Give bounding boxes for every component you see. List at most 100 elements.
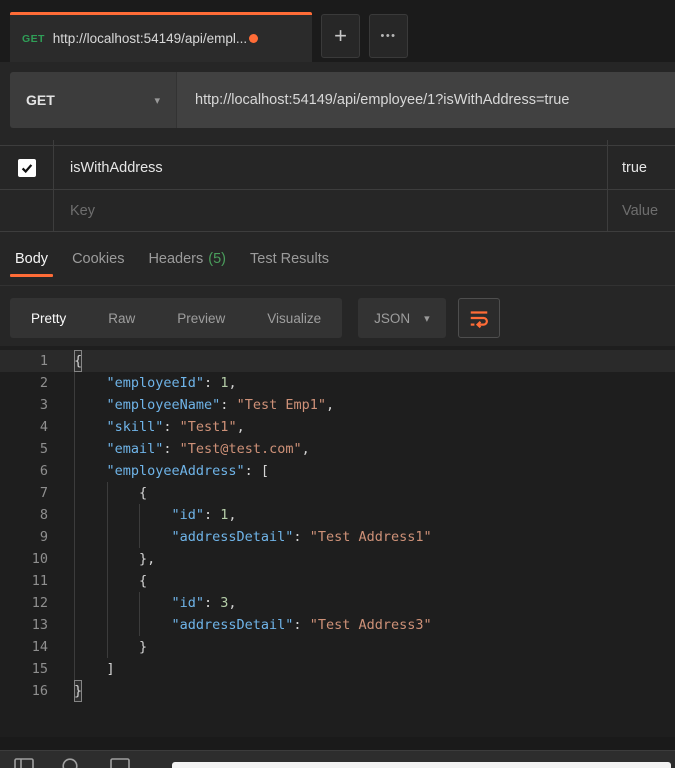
code-token: "addressDetail" [171, 617, 294, 633]
response-body-editor[interactable]: 1{2 "employeeId": 1, 3 "employeeName": "Tes… [0, 346, 675, 737]
line-number: 3 [39, 397, 48, 413]
code-token: , [325, 397, 335, 413]
code-token: ] [106, 661, 115, 677]
code-token: 1 [220, 375, 229, 391]
ellipsis-icon: ••• [380, 30, 397, 42]
code-token: , [228, 507, 237, 523]
code-token: "email" [106, 441, 164, 457]
code-line[interactable]: 15] [0, 658, 675, 680]
code-lines: 1{2 "employeeId": 1, 3 "employeeName": "Tes… [0, 350, 675, 702]
param-value-field[interactable]: true [622, 160, 647, 176]
code-line[interactable]: 7{ [0, 482, 675, 504]
code-token: "Test Address1" [309, 529, 432, 545]
language-value: JSON [374, 310, 411, 326]
code-line[interactable]: 1{ [0, 350, 675, 372]
code-line[interactable]: 11 { [0, 570, 675, 592]
code-token: } [139, 639, 148, 655]
method-select[interactable]: GET ▾ [10, 72, 176, 128]
new-tab-button[interactable]: + [321, 14, 360, 58]
indent-guide [139, 614, 172, 636]
request-tab[interactable]: GET http://localhost:54149/api/empl... [10, 12, 312, 62]
param-enabled-checkbox[interactable] [17, 158, 36, 177]
code-token: { [139, 485, 148, 501]
line-number: 10 [31, 551, 48, 567]
code-token: "id" [171, 507, 205, 523]
response-view-bar: Pretty Raw Preview Visualize JSON ▾ [10, 298, 665, 338]
code-token: { [139, 573, 148, 589]
param-row: isWithAddress true [0, 146, 675, 190]
code-token: "skill" [106, 419, 164, 435]
help-icon[interactable] [62, 758, 78, 768]
view-mode-pretty[interactable]: Pretty [10, 298, 87, 338]
url-input[interactable]: http://localhost:54149/api/employee/1?is… [176, 72, 675, 128]
tab-method-badge: GET [22, 32, 45, 45]
code-token: "employeeName" [106, 397, 221, 413]
line-number: 14 [31, 639, 48, 655]
indent-guide [139, 504, 172, 526]
line-number: 12 [31, 595, 48, 611]
view-mode-group: Pretty Raw Preview Visualize [10, 298, 343, 338]
chevron-down-icon: ▾ [424, 312, 430, 325]
unsaved-dot-icon [249, 34, 259, 43]
line-number: 5 [39, 441, 48, 457]
line-number: 1 [39, 353, 48, 369]
code-token: "Test@test.com" [179, 441, 302, 457]
plus-icon: + [334, 23, 347, 48]
sidebar-toggle-icon[interactable] [14, 758, 34, 768]
view-mode-preview[interactable]: Preview [156, 298, 246, 338]
code-token: "Test1" [179, 419, 237, 435]
code-line[interactable]: 5 "email": "Test@test.com", [0, 438, 675, 460]
tab-test-results[interactable]: Test Results [250, 232, 329, 285]
indent-guide [74, 592, 107, 614]
tab-options-button[interactable]: ••• [369, 14, 408, 58]
param-value-input[interactable]: Value [622, 203, 658, 219]
indent-guide [74, 548, 107, 570]
code-token: "Test Address3" [309, 617, 432, 633]
code-line[interactable]: 16} [0, 680, 675, 702]
line-number: 16 [31, 683, 48, 699]
code-line[interactable]: 6 "employeeAddress": [ [0, 460, 675, 482]
code-line[interactable]: 2 "employeeId": 1, [0, 372, 675, 394]
line-number: 7 [39, 485, 48, 501]
code-line[interactable]: 8 "id": 1, [0, 504, 675, 526]
param-key-input[interactable]: Key [70, 203, 95, 219]
bottom-gap [0, 737, 675, 750]
code-line[interactable]: 9 "addressDetail": "Test Address1" [0, 526, 675, 548]
code-token: : [204, 595, 221, 611]
chevron-down-icon: ▾ [154, 94, 160, 107]
code-line[interactable]: 4 "skill": "Test1", [0, 416, 675, 438]
url-text: http://localhost:54149/api/employee/1?is… [195, 92, 570, 108]
query-params-table: isWithAddress true Key Value [0, 140, 675, 232]
wrap-lines-button[interactable] [457, 298, 500, 338]
code-line[interactable]: 14} [0, 636, 675, 658]
line-number: 4 [39, 419, 48, 435]
indent-guide [74, 658, 107, 680]
code-line[interactable]: 13 "addressDetail": "Test Address3" [0, 614, 675, 636]
indent-guide [139, 526, 172, 548]
indent-guide [106, 548, 140, 570]
language-select[interactable]: JSON ▾ [358, 298, 446, 338]
code-line[interactable]: 10}, [0, 548, 675, 570]
code-token: : [163, 419, 180, 435]
indent-guide [106, 592, 140, 614]
view-mode-visualize[interactable]: Visualize [246, 298, 342, 338]
checkmark-icon [21, 163, 32, 173]
tab-headers[interactable]: Headers (5) [148, 232, 226, 285]
param-key-field[interactable]: isWithAddress [70, 160, 163, 176]
code-token: { [74, 350, 83, 372]
response-tabs: Body Cookies Headers (5) Test Results [0, 232, 675, 286]
code-line[interactable]: 12 "id": 3, [0, 592, 675, 614]
console-icon[interactable] [110, 758, 130, 768]
code-token: "employeeAddress" [106, 463, 245, 479]
line-number: 9 [39, 529, 48, 545]
indent-guide [74, 526, 107, 548]
view-mode-raw[interactable]: Raw [87, 298, 156, 338]
tab-body[interactable]: Body [9, 232, 54, 285]
find-bar[interactable] [172, 762, 671, 768]
code-line[interactable]: 3 "employeeName": "Test Emp1", [0, 394, 675, 416]
line-number: 15 [31, 661, 48, 677]
code-token: : [220, 397, 237, 413]
line-number: 8 [39, 507, 48, 523]
indent-guide [74, 372, 107, 394]
tab-cookies[interactable]: Cookies [72, 232, 124, 285]
